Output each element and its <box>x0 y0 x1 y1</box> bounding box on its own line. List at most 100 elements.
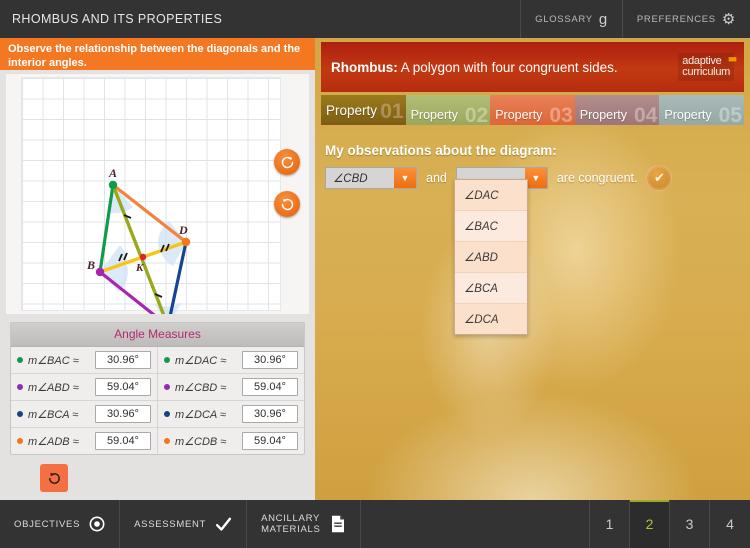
measure-value: 59.04° <box>95 378 151 396</box>
suffix-label: are congruent. <box>556 171 638 185</box>
measure-value: 30.96° <box>242 351 298 369</box>
page-button-2[interactable]: 2 <box>630 500 670 548</box>
right-panel: Rhombus: A polygon with four congruent s… <box>315 38 750 500</box>
logo-line-2: curriculum <box>682 66 730 78</box>
color-dot <box>17 411 23 417</box>
instruction-banner: Observe the relationship between the dia… <box>0 38 315 70</box>
property-tabs: Property 01 Property 02 Property 03 Prop… <box>321 95 744 125</box>
target-icon <box>89 516 105 532</box>
vertex-D[interactable] <box>181 237 191 247</box>
rhombus-diagram[interactable]: A B C D K <box>6 74 296 314</box>
glossary-button[interactable]: GLOSSARY g <box>520 0 622 38</box>
color-dot <box>164 384 170 390</box>
ancillary-label-line-2: MATERIALS <box>261 524 321 535</box>
color-dot <box>17 357 23 363</box>
rotate-counterclockwise-button[interactable] <box>274 149 300 175</box>
reset-icon <box>48 472 60 484</box>
checkmark-icon: ✔ <box>654 170 665 185</box>
assessment-label: ASSESSMENT <box>134 518 207 530</box>
rotate-clockwise-button[interactable] <box>274 191 300 217</box>
tab-property-04[interactable]: Property 04 <box>574 95 660 125</box>
dropdown-option[interactable]: ∠DAC <box>455 180 527 211</box>
tab-number: 01 <box>380 100 404 123</box>
angle-dropdown-2-options[interactable]: ∠DAC ∠BAC ∠ABD ∠BCA ∠DCA <box>454 179 528 335</box>
measure-label: m∠DAC ≈ <box>175 354 227 367</box>
bottom-bar-spacer <box>361 500 590 548</box>
color-dot <box>164 411 170 417</box>
measure-value: 59.04° <box>242 432 298 450</box>
measure-cell: m∠ADB ≈ 59.04° <box>11 428 158 454</box>
rotate-counterclockwise-icon <box>281 156 293 168</box>
chevron-down-icon: ▼ <box>394 168 416 188</box>
vertex-label-A: A <box>108 166 117 180</box>
tab-label: Property <box>579 108 628 122</box>
ancillary-label-line-1: ANCILLARY <box>261 513 320 524</box>
measure-label: m∠BCA ≈ <box>28 408 79 421</box>
table-row: m∠BAC ≈ 30.96° m∠DAC ≈ 30.96° <box>11 347 304 374</box>
vertex-A[interactable] <box>108 180 118 190</box>
tab-property-02[interactable]: Property 02 <box>405 95 491 125</box>
color-dot <box>17 384 23 390</box>
ancillary-materials-button[interactable]: ANCILLARY MATERIALS <box>247 500 361 548</box>
tab-label: Property <box>495 108 543 122</box>
dropdown-option[interactable]: ∠ABD <box>455 242 527 273</box>
measure-cell: m∠DCA ≈ 30.96° <box>158 401 304 427</box>
confirm-button[interactable]: ✔ <box>646 165 673 191</box>
objectives-button[interactable]: OBJECTIVES <box>0 500 121 548</box>
measure-cell: m∠DAC ≈ 30.96° <box>158 347 304 373</box>
tab-number: 02 <box>464 104 489 125</box>
measure-cell: m∠CBD ≈ 59.04° <box>158 374 304 400</box>
gear-icon: ⚙ <box>721 10 736 28</box>
angle-measures-title: Angle Measures <box>11 323 304 347</box>
vertex-label-D: D <box>178 223 188 237</box>
color-dot <box>17 438 23 444</box>
measure-value: 59.04° <box>242 378 298 396</box>
adaptive-curriculum-logo: adaptive curriculum ■■ <box>678 53 737 81</box>
dropdown-option[interactable]: ∠BAC <box>455 211 527 242</box>
glossary-label: GLOSSARY <box>535 13 593 25</box>
color-dot <box>164 438 170 444</box>
measure-label: m∠ADB ≈ <box>28 435 79 448</box>
diagram-canvas[interactable]: A B C D K <box>6 74 309 314</box>
page-button-1[interactable]: 1 <box>590 500 630 548</box>
measure-cell: m∠CDB ≈ 59.04° <box>158 428 304 454</box>
tab-number: 04 <box>634 104 658 125</box>
tab-property-05[interactable]: Property 05 <box>659 95 744 125</box>
measure-value: 59.04° <box>95 432 151 450</box>
tab-property-01[interactable]: Property 01 <box>321 95 406 125</box>
tab-property-03[interactable]: Property 03 <box>490 95 575 125</box>
angle-dropdown-1-value: ∠CBD <box>333 173 368 185</box>
page-button-3[interactable]: 3 <box>670 500 710 548</box>
vertex-label-K: K <box>135 262 144 274</box>
measure-value: 30.96° <box>95 405 151 423</box>
table-row: m∠ADB ≈ 59.04° m∠CDB ≈ 59.04° <box>11 428 304 454</box>
definition-term: Rhombus: <box>331 59 398 75</box>
dropdown-option[interactable]: ∠BCA <box>455 273 527 304</box>
objectives-label: OBJECTIVES <box>14 518 81 530</box>
definition-banner: Rhombus: A polygon with four congruent s… <box>321 42 744 92</box>
bottom-bar: OBJECTIVES ASSESSMENT ANCILLARY MATERIAL… <box>0 500 750 548</box>
conjunction-label: and <box>426 171 447 185</box>
table-row: m∠BCA ≈ 30.96° m∠DCA ≈ 30.96° <box>11 401 304 428</box>
reset-button[interactable] <box>40 464 68 492</box>
tab-label: Property <box>410 108 458 122</box>
color-dot <box>164 357 170 363</box>
page-title: RHOMBUS AND ITS PROPERTIES <box>12 12 223 26</box>
top-bar: RHOMBUS AND ITS PROPERTIES GLOSSARY g PR… <box>0 0 750 38</box>
measure-value: 30.96° <box>95 351 151 369</box>
angle-dropdown-1[interactable]: ∠CBD ▼ <box>325 167 417 189</box>
tab-number: 05 <box>718 104 742 125</box>
vertex-label-B: B <box>86 258 95 272</box>
assessment-button[interactable]: ASSESSMENT <box>120 500 248 548</box>
definition-body: A polygon with four congruent sides. <box>397 59 618 75</box>
measure-cell: m∠BCA ≈ 30.96° <box>11 401 158 427</box>
preferences-label: PREFERENCES <box>636 13 716 25</box>
dropdown-option[interactable]: ∠DCA <box>455 304 527 334</box>
page-button-4[interactable]: 4 <box>710 500 750 548</box>
chevron-down-icon: ▼ <box>524 168 547 188</box>
left-panel: Observe the relationship between the dia… <box>0 38 315 500</box>
measure-cell: m∠BAC ≈ 30.96° <box>11 347 158 373</box>
preferences-button[interactable]: PREFERENCES ⚙ <box>621 0 750 38</box>
vertex-B[interactable] <box>95 267 105 277</box>
table-row: m∠ABD ≈ 59.04° m∠CBD ≈ 59.04° <box>11 374 304 401</box>
